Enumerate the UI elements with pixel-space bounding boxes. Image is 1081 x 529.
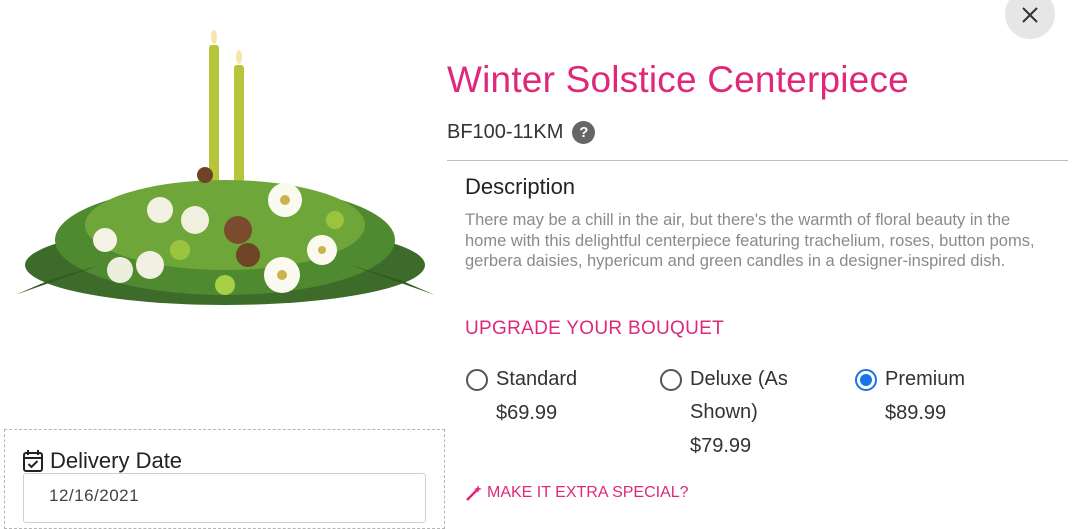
radio-deluxe[interactable] — [660, 369, 682, 391]
description-body: There may be a chill in the air, but the… — [465, 211, 1035, 270]
delivery-date-label: Delivery Date — [50, 448, 183, 473]
option-deluxe[interactable]: Deluxe (As Shown) $79.99 — [660, 366, 830, 463]
option-premium[interactable]: Premium $89.99 — [855, 366, 965, 430]
radio-premium[interactable] — [855, 369, 877, 391]
upgrade-heading: UPGRADE YOUR BOUQUET — [465, 318, 725, 339]
extra-label: MAKE IT EXTRA SPECIAL? — [487, 484, 689, 501]
close-button[interactable] — [1005, 0, 1055, 39]
sku-row: BF100-11KM ? — [447, 121, 596, 144]
option-label: Premium — [885, 368, 966, 390]
help-icon[interactable]: ? — [572, 121, 596, 144]
option-standard[interactable]: Standard $69.99 — [466, 366, 577, 430]
product-sku: BF100-11KM — [447, 121, 564, 143]
option-deluxe-text: Deluxe (As Shown) $79.99 — [690, 363, 810, 463]
candles — [209, 30, 244, 200]
product-image — [15, 30, 435, 305]
option-price: $79.99 — [690, 435, 752, 457]
description-heading: Description — [465, 174, 576, 199]
delivery-date-input[interactable]: 12/16/2021 — [23, 473, 426, 523]
delivery-label-row: Delivery Date — [22, 448, 182, 474]
option-price: $89.99 — [885, 402, 947, 424]
option-price: $69.99 — [496, 402, 558, 424]
option-premium-text: Premium $89.99 — [885, 363, 965, 430]
option-label: Deluxe (As Shown) — [690, 368, 788, 423]
calendar-check-icon — [23, 450, 43, 472]
option-label: Standard — [496, 368, 578, 390]
close-icon — [1022, 7, 1038, 23]
radio-standard[interactable] — [466, 369, 488, 391]
magic-wand-icon — [466, 485, 482, 501]
option-standard-text: Standard $69.99 — [496, 363, 577, 430]
product-title: Winter Solstice Centerpiece — [447, 59, 909, 100]
make-it-extra-special-link[interactable]: MAKE IT EXTRA SPECIAL? — [465, 484, 689, 502]
divider — [447, 160, 1068, 161]
